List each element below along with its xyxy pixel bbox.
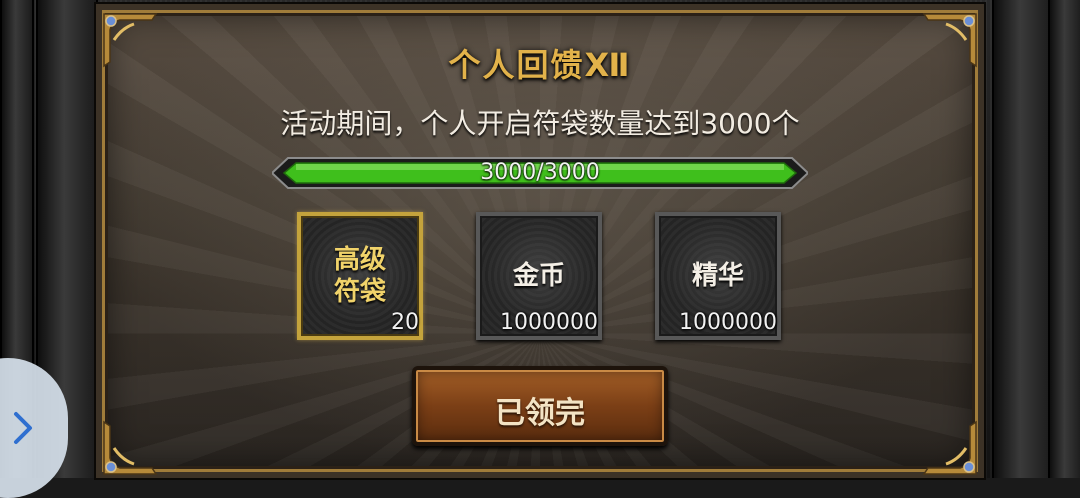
reward-count: 1000000 [500, 310, 598, 335]
chevron-right-icon[interactable] [8, 408, 38, 448]
claimed-button[interactable]: 已领完 [412, 366, 668, 446]
reward-name: 高级 符袋 [301, 244, 419, 308]
progress-bar: 3000/3000 [272, 156, 808, 190]
panel-title: 个人回馈Ⅻ [448, 46, 632, 84]
reward-count: 1000000 [679, 310, 777, 335]
reward-name-line: 符袋 [333, 277, 386, 307]
reward-slot-gold-coins[interactable]: 金币 1000000 [476, 212, 602, 340]
reward-name: 精华 [659, 260, 777, 292]
panel-description: 活动期间，个人开启符袋数量达到3000个 [280, 107, 800, 140]
reward-name-line: 精华 [691, 261, 744, 291]
claimed-button-label: 已领完 [495, 396, 585, 431]
reward-name-line: 高级 [333, 245, 386, 275]
progress-text: 3000/3000 [480, 160, 600, 185]
reward-name-line: 金币 [512, 261, 565, 291]
frame-column-right [992, 0, 1054, 478]
reward-slot-premium-bag[interactable]: 高级 符袋 20 [297, 212, 423, 340]
reward-slot-essence[interactable]: 精华 1000000 [655, 212, 781, 340]
reward-name: 金币 [480, 260, 598, 292]
frame-column-right-outer [1048, 0, 1080, 478]
reward-count: 20 [391, 310, 419, 335]
